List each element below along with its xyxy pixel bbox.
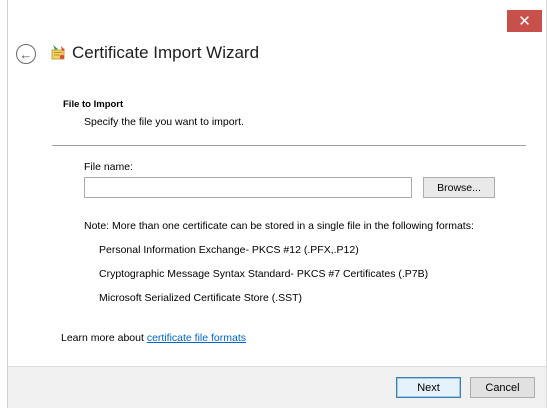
window-left-border [7, 0, 8, 408]
window-title: Certificate Import Wizard [72, 43, 260, 62]
learn-more-text: Learn more about certificate file format… [61, 332, 246, 344]
format-item-pfx: Personal Information Exchange- PKCS #12 … [99, 244, 359, 256]
section-heading: File to Import [63, 99, 124, 110]
next-button[interactable]: Next [396, 377, 461, 398]
format-item-p7b: Cryptographic Message Syntax Standard- P… [99, 268, 429, 280]
header-divider [52, 145, 526, 146]
certificate-wizard-icon [51, 45, 65, 60]
formats-note: Note: More than one certificate can be s… [84, 220, 474, 232]
certificate-file-formats-link[interactable]: certificate file formats [147, 332, 246, 344]
back-arrow-icon: ← [19, 46, 33, 62]
footer-bar [8, 366, 546, 408]
browse-button[interactable]: Browse... [423, 177, 495, 198]
back-button[interactable]: ← [16, 44, 36, 64]
close-button[interactable]: ✕ [507, 10, 542, 32]
file-name-input[interactable] [84, 177, 412, 198]
close-icon: ✕ [518, 13, 531, 30]
learn-more-prefix: Learn more about [61, 332, 147, 344]
format-item-sst: Microsoft Serialized Certificate Store (… [99, 292, 303, 304]
file-name-label: File name: [84, 161, 134, 173]
cancel-button[interactable]: Cancel [470, 377, 535, 398]
section-subtitle: Specify the file you want to import. [84, 116, 244, 128]
certificate-import-wizard-window: ✕ ← Certificate Import Wizard File to Im… [0, 0, 547, 408]
